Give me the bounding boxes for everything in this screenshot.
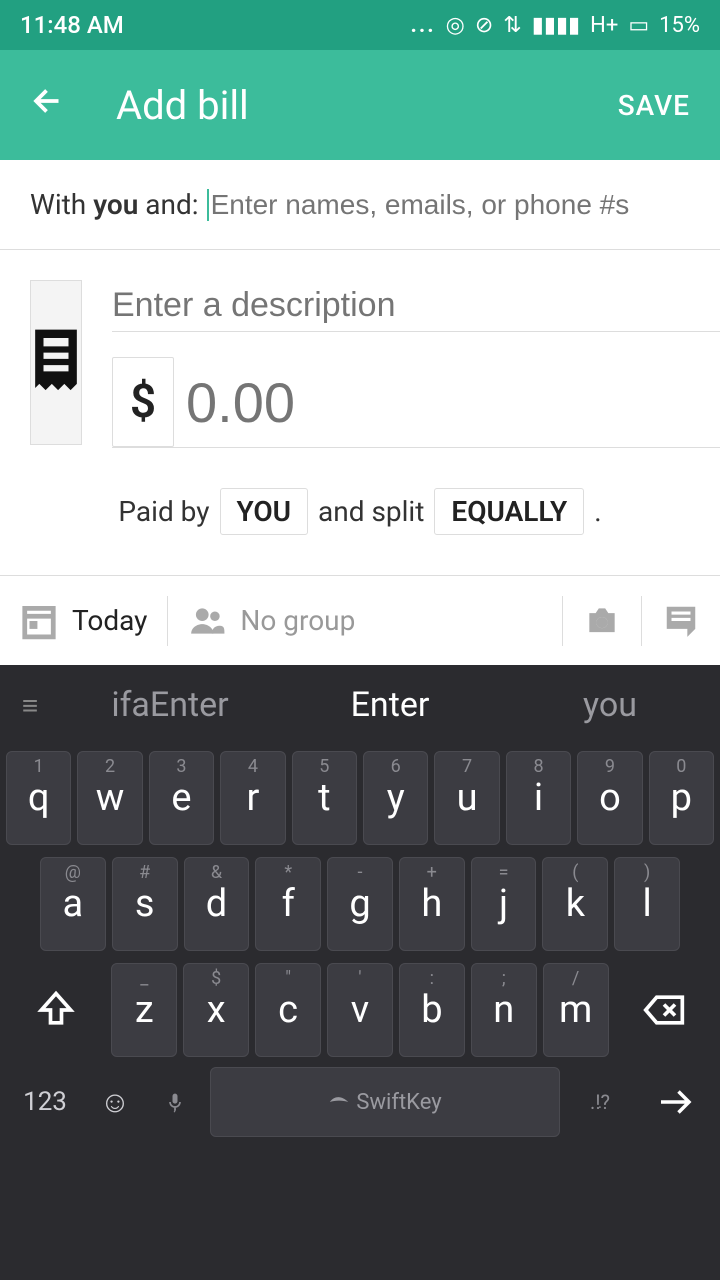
key-c[interactable]: "c [255,963,321,1057]
status-time: 11:48 AM [20,11,124,39]
key-h[interactable]: +h [399,857,465,951]
key-o[interactable]: 9o [577,751,642,845]
key-t[interactable]: 5t [292,751,357,845]
suggestion-2[interactable]: Enter [280,685,500,725]
participants-row: With you and: [0,160,720,250]
key-k[interactable]: (k [542,857,608,951]
calendar-icon [20,602,58,640]
key-g[interactable]: -g [327,857,393,951]
camera-icon [583,602,621,640]
numbers-key[interactable]: 123 [10,1087,80,1117]
kb-menu-icon[interactable]: ≡ [0,689,60,722]
key-l[interactable]: )l [614,857,680,951]
group-icon [188,602,226,640]
with-label: With you and: [30,188,199,221]
notes-button[interactable] [642,602,720,640]
mic-key[interactable]: , [150,1088,200,1116]
enter-key[interactable] [640,1081,710,1123]
hotspot-icon: ◎ [446,13,465,38]
space-key[interactable]: SwiftKey [210,1067,560,1137]
status-icons: ... ◎ ⊘ ⇅ ▮▮▮▮ H+ ▭ 15% [411,13,701,38]
suggestion-bar: ≡ ifaEnter Enter you [0,665,720,745]
key-u[interactable]: 7u [434,751,499,845]
battery-label: 15% [659,13,700,38]
group-picker[interactable]: No group [168,602,375,640]
save-button[interactable]: SAVE [618,89,690,122]
suggestion-1[interactable]: ifaEnter [60,685,280,725]
bill-area: $ [0,250,720,478]
emoji-key[interactable]: ☺ [90,1085,140,1120]
key-f[interactable]: *f [255,857,321,951]
network-label: H+ [590,13,618,38]
alarm-icon: ⊘ [475,13,493,38]
more-icon: ... [411,13,436,38]
key-d[interactable]: &d [184,857,250,951]
key-a[interactable]: @a [40,857,106,951]
key-s[interactable]: #s [112,857,178,951]
bill-options-bar: Today No group [0,575,720,665]
key-y[interactable]: 6y [363,751,428,845]
shift-key[interactable] [6,963,105,1057]
key-q[interactable]: 1q [6,751,71,845]
note-icon [662,602,700,640]
backspace-key[interactable] [615,963,714,1057]
split-method-picker[interactable]: EQUALLY [434,488,584,535]
signal-icon: ▮▮▮▮ [532,13,580,38]
category-picker[interactable] [30,280,82,445]
date-picker[interactable]: Today [0,602,167,640]
key-i[interactable]: 8i [506,751,571,845]
participants-input[interactable] [207,189,690,221]
camera-button[interactable] [563,602,641,640]
key-e[interactable]: 3e [149,751,214,845]
key-b[interactable]: :b [399,963,465,1057]
description-input[interactable] [112,280,720,332]
key-w[interactable]: 2w [77,751,142,845]
battery-icon: ▭ [628,13,649,38]
app-bar: Add bill SAVE [0,50,720,160]
key-r[interactable]: 4r [220,751,285,845]
payer-picker[interactable]: YOU [220,488,309,535]
key-z[interactable]: _z [111,963,177,1057]
key-n[interactable]: ;n [471,963,537,1057]
key-m[interactable]: /m [543,963,609,1057]
amount-input[interactable] [186,370,720,435]
currency-picker[interactable]: $ [112,357,174,447]
key-v[interactable]: 'v [327,963,393,1057]
page-title: Add bill [116,82,618,129]
receipt-icon [31,328,81,398]
punct-key[interactable]: .!? . [570,1090,630,1114]
keyboard: ≡ ifaEnter Enter you 1q2w3e4r5t6y7u8i9o0… [0,665,720,1280]
data-icon: ⇅ [503,13,521,38]
split-row: Paid by YOU and split EQUALLY . [0,478,720,575]
back-button[interactable] [30,82,66,129]
key-x[interactable]: $x [183,963,249,1057]
key-p[interactable]: 0p [649,751,714,845]
suggestion-3[interactable]: you [500,685,720,725]
status-bar: 11:48 AM ... ◎ ⊘ ⇅ ▮▮▮▮ H+ ▭ 15% [0,0,720,50]
key-j[interactable]: =j [471,857,537,951]
